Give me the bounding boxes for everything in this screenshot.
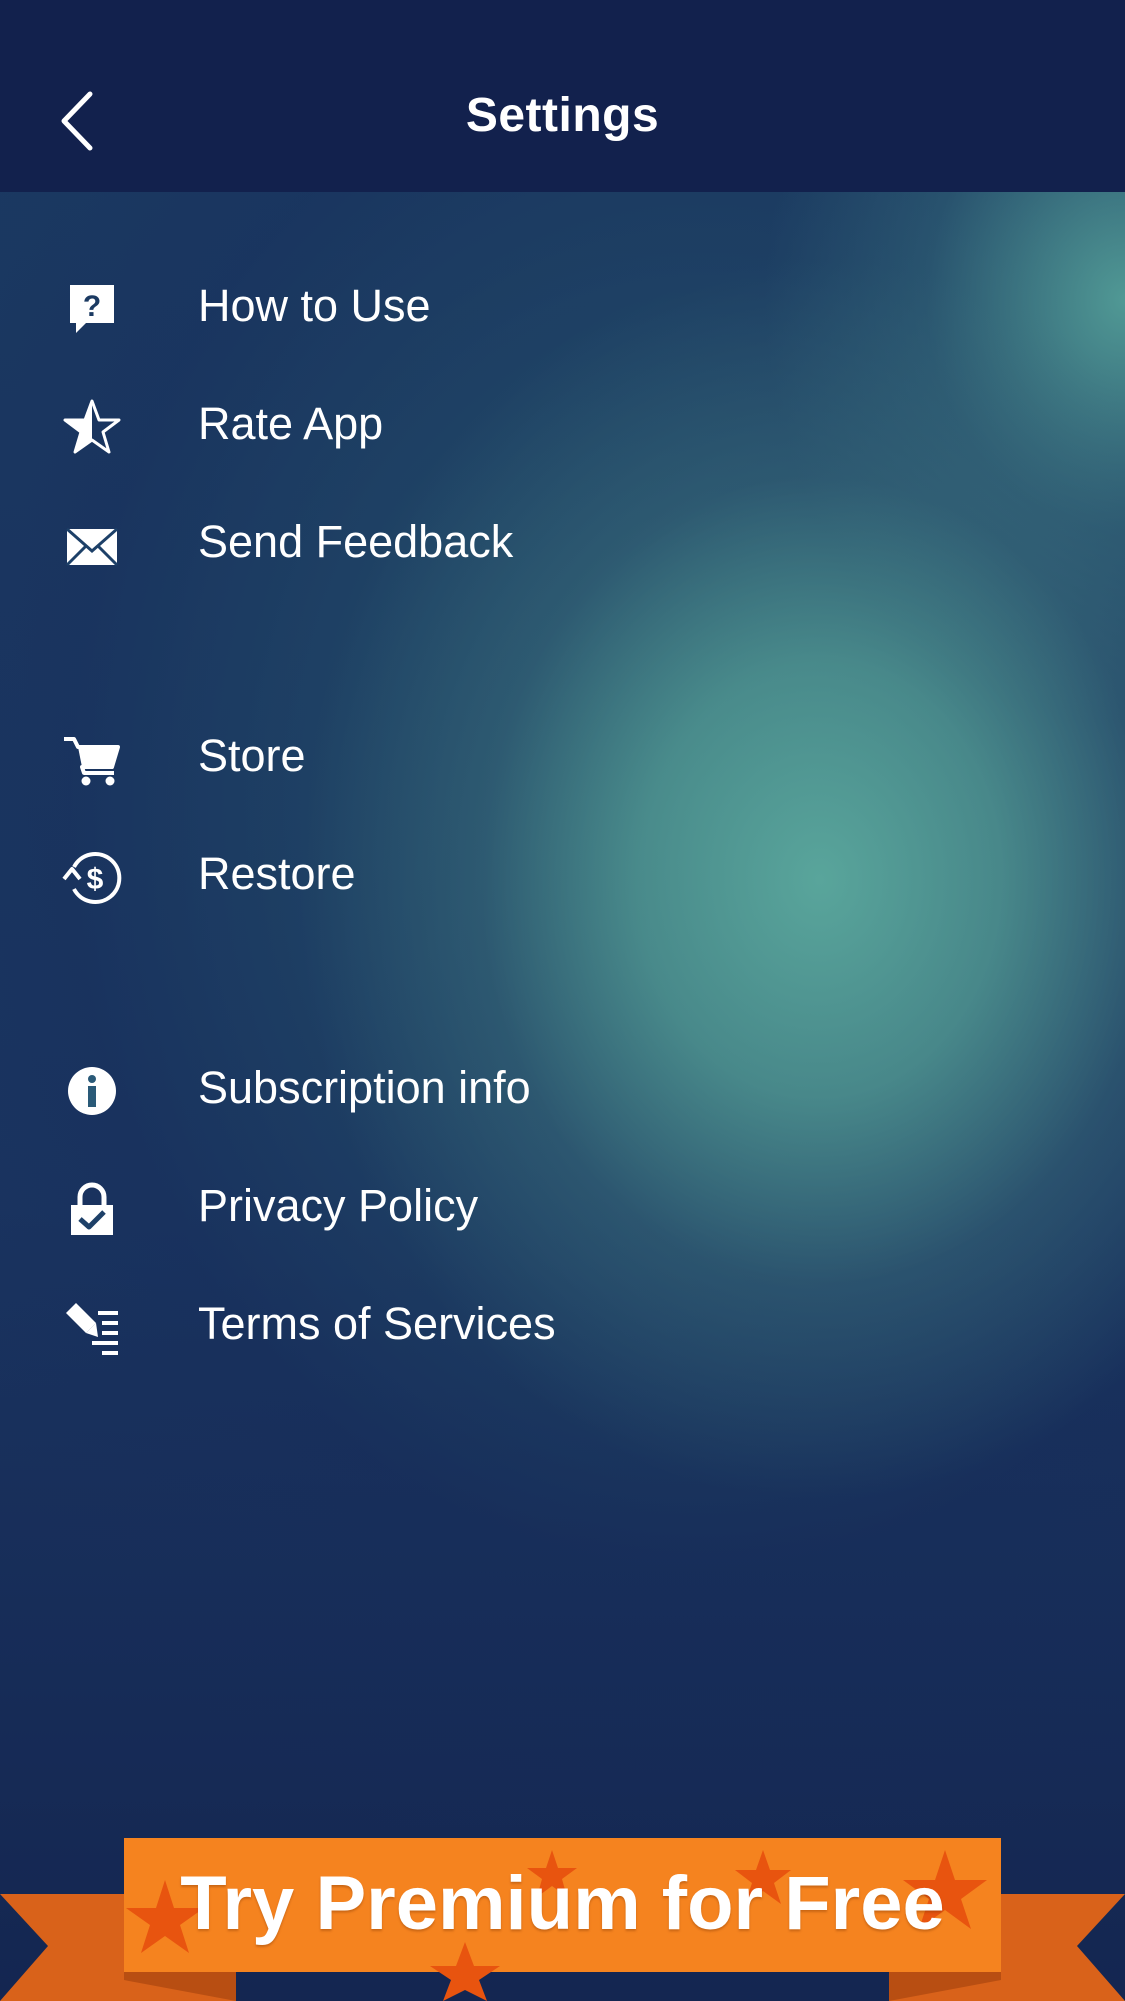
menu-label: Store xyxy=(198,730,306,781)
help-bubble-icon: ? xyxy=(70,285,114,333)
menu-label: Send Feedback xyxy=(198,516,514,567)
menu-label: Privacy Policy xyxy=(198,1180,479,1231)
menu-item-terms-of-services[interactable]: Terms of Services xyxy=(0,1272,1125,1372)
svg-text:$: $ xyxy=(87,863,104,896)
menu-label: Terms of Services xyxy=(198,1298,556,1349)
menu-item-subscription-info[interactable]: Subscription info xyxy=(0,1036,1125,1136)
premium-banner-text[interactable]: Try Premium for Free xyxy=(124,1842,1001,1972)
menu-label: Subscription info xyxy=(198,1062,531,1113)
menu-item-restore[interactable]: $ Restore xyxy=(0,822,1125,922)
menu-item-how-to-use[interactable]: ? How to Use xyxy=(0,254,1125,354)
info-icon xyxy=(68,1067,116,1115)
lock-check-icon xyxy=(71,1182,113,1235)
svg-text:?: ? xyxy=(83,290,101,323)
menu-label: Rate App xyxy=(198,398,384,449)
menu-label: Restore xyxy=(198,848,356,899)
menu-item-store[interactable]: Store xyxy=(0,704,1125,804)
envelope-icon xyxy=(65,527,119,567)
header-bar: Settings xyxy=(0,0,1125,192)
cart-icon xyxy=(64,737,120,786)
star-icon xyxy=(63,399,121,454)
menu-item-privacy-policy[interactable]: Privacy Policy xyxy=(0,1154,1125,1254)
restore-dollar-icon: $ xyxy=(62,852,122,904)
terms-document-icon xyxy=(66,1303,118,1355)
menu-item-rate-app[interactable]: Rate App xyxy=(0,372,1125,472)
menu-item-send-feedback[interactable]: Send Feedback xyxy=(0,490,1125,590)
page-title: Settings xyxy=(465,89,660,142)
menu-label: How to Use xyxy=(198,280,431,331)
